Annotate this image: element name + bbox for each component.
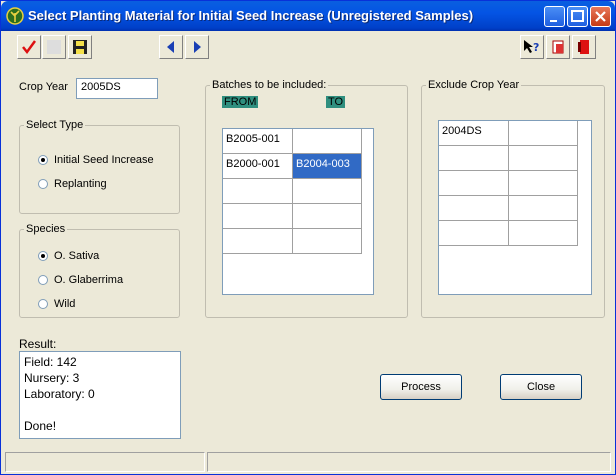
table-cell[interactable] bbox=[439, 171, 509, 196]
result-line: Done! bbox=[24, 419, 57, 433]
help-button[interactable]: ? bbox=[520, 35, 544, 59]
app-plant-icon bbox=[6, 7, 24, 25]
table-cell[interactable] bbox=[509, 146, 578, 171]
table-cell[interactable] bbox=[509, 196, 578, 221]
print-button[interactable] bbox=[546, 35, 570, 59]
table-cell[interactable] bbox=[223, 229, 293, 254]
status-bar bbox=[3, 450, 613, 474]
result-line: Field: 142 bbox=[24, 355, 77, 369]
close-icon bbox=[595, 11, 606, 22]
process-button[interactable]: Process bbox=[380, 374, 462, 400]
blank-button[interactable] bbox=[42, 35, 66, 59]
radio-o-glaberrima[interactable]: O. Glaberrima bbox=[38, 274, 123, 286]
radio-dot bbox=[38, 155, 48, 165]
table-cell[interactable] bbox=[293, 204, 362, 229]
table-cell[interactable] bbox=[293, 179, 362, 204]
minimize-button[interactable] bbox=[544, 6, 565, 27]
help-icon: ? bbox=[524, 40, 539, 54]
select-type-group: Select Type Initial Seed Increase Replan… bbox=[19, 119, 180, 214]
species-title: Species bbox=[24, 223, 68, 235]
table-cell[interactable]: 2004DS bbox=[439, 121, 509, 146]
species-group: Species O. Sativa O. Glaberrima Wild bbox=[19, 223, 180, 318]
result-line: Laboratory: 0 bbox=[24, 387, 95, 401]
radio-label: Initial Seed Increase bbox=[54, 154, 154, 166]
blank-icon bbox=[47, 40, 61, 54]
maximize-icon bbox=[571, 10, 584, 22]
radio-label: O. Glaberrima bbox=[54, 274, 124, 286]
table-cell[interactable]: B2005-001 bbox=[223, 129, 293, 154]
result-box: Field: 142 Nursery: 3 Laboratory: 0 Done… bbox=[19, 351, 181, 439]
radio-label: O. Sativa bbox=[54, 250, 100, 262]
radio-initial-seed-increase[interactable]: Initial Seed Increase bbox=[38, 154, 154, 166]
exclude-grid[interactable]: 2004DS bbox=[438, 120, 592, 295]
svg-text:?: ? bbox=[533, 41, 539, 54]
table-cell[interactable] bbox=[509, 121, 578, 146]
radio-label: Wild bbox=[54, 298, 76, 310]
minimize-icon bbox=[550, 20, 557, 22]
radio-dot bbox=[38, 299, 48, 309]
table-cell[interactable] bbox=[439, 196, 509, 221]
next-button[interactable] bbox=[185, 35, 209, 59]
status-pane-left bbox=[5, 452, 205, 472]
result-line: Nursery: 3 bbox=[24, 371, 80, 385]
result-line bbox=[24, 402, 176, 418]
table-cell[interactable] bbox=[223, 204, 293, 229]
crop-year-field[interactable]: 2005DS bbox=[76, 78, 158, 99]
save-button[interactable] bbox=[68, 35, 92, 59]
table-cell[interactable]: B2000-001 bbox=[223, 154, 293, 179]
main-window: Select Planting Material for Initial See… bbox=[0, 0, 616, 475]
close-window-button[interactable] bbox=[590, 6, 611, 27]
next-icon bbox=[194, 41, 201, 53]
batches-group: Batches to be included: FROM TO B2005-00… bbox=[205, 79, 408, 318]
batches-grid[interactable]: B2005-001 B2000-001 B2004-003 bbox=[222, 128, 374, 295]
previous-button[interactable] bbox=[159, 35, 183, 59]
check-button[interactable] bbox=[17, 35, 41, 59]
table-cell[interactable] bbox=[293, 229, 362, 254]
toolbar: ? bbox=[3, 32, 613, 62]
save-icon bbox=[73, 40, 87, 54]
radio-dot bbox=[38, 275, 48, 285]
radio-dot bbox=[38, 251, 48, 261]
radio-label: Replanting bbox=[54, 178, 107, 190]
status-pane-right bbox=[207, 452, 611, 472]
table-cell-selected[interactable]: B2004-003 bbox=[293, 154, 362, 179]
radio-replanting[interactable]: Replanting bbox=[38, 178, 107, 190]
table-cell[interactable] bbox=[439, 221, 509, 246]
from-column-header: FROM bbox=[222, 96, 259, 108]
to-column-header: TO bbox=[326, 96, 346, 108]
radio-wild[interactable]: Wild bbox=[38, 298, 75, 310]
result-label: Result: bbox=[19, 337, 57, 351]
batches-title: Batches to be included: bbox=[210, 79, 329, 91]
table-cell[interactable] bbox=[293, 129, 362, 154]
table-cell[interactable] bbox=[223, 179, 293, 204]
check-icon bbox=[22, 40, 37, 55]
prev-icon bbox=[167, 41, 174, 53]
table-cell[interactable] bbox=[509, 171, 578, 196]
table-cell[interactable] bbox=[439, 146, 509, 171]
exclude-crop-year-group: Exclude Crop Year 2004DS bbox=[421, 79, 605, 318]
maximize-button[interactable] bbox=[567, 6, 588, 27]
crop-year-label: Crop Year bbox=[19, 81, 68, 93]
select-type-title: Select Type bbox=[24, 119, 86, 131]
exit-button[interactable] bbox=[572, 35, 596, 59]
close-button[interactable]: Close bbox=[500, 374, 582, 400]
window-title: Select Planting Material for Initial See… bbox=[28, 8, 474, 23]
exit-icon bbox=[578, 40, 589, 54]
print-icon bbox=[552, 40, 564, 54]
table-cell[interactable] bbox=[509, 221, 578, 246]
title-bar[interactable]: Select Planting Material for Initial See… bbox=[1, 1, 615, 31]
exclude-crop-year-title: Exclude Crop Year bbox=[426, 79, 522, 91]
radio-dot bbox=[38, 179, 48, 189]
radio-o-sativa[interactable]: O. Sativa bbox=[38, 250, 99, 262]
